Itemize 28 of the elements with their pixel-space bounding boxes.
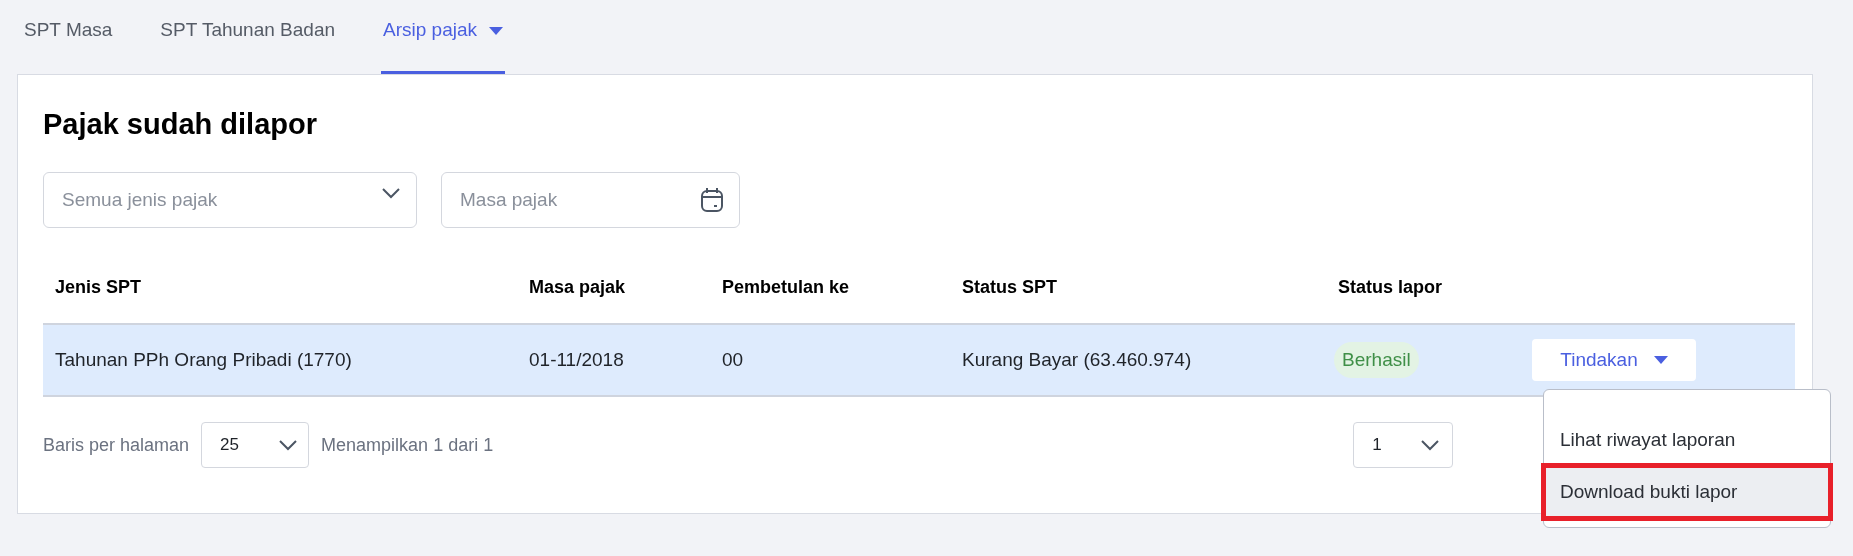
result-summary: Menampilkan 1 dari 1 xyxy=(321,433,494,457)
tab[interactable]: SPT Tahunan Badan xyxy=(158,0,338,74)
chevron-down-icon xyxy=(278,439,299,451)
rows-per-page-select[interactable]: 25 xyxy=(201,422,310,468)
calendar-icon xyxy=(700,187,724,213)
page-select[interactable]: 1 xyxy=(1353,422,1454,468)
status-badge: Berhasil xyxy=(1334,341,1419,379)
column-header: Masa pajak xyxy=(528,276,627,299)
table-cell: 00 xyxy=(722,348,744,370)
tax-type-select[interactable]: Semua jenis pajak xyxy=(43,172,417,228)
caret-icon xyxy=(489,26,504,35)
action-button[interactable]: Tindakan xyxy=(1532,339,1696,381)
column-header: Jenis SPT xyxy=(54,276,143,299)
column-header: Status lapor xyxy=(1337,276,1444,299)
column-header: Pembetulan ke xyxy=(721,276,851,299)
page-title: Pajak sudah dilapor xyxy=(43,107,318,141)
table-row[interactable]: Tahunan PPh Orang Pribadi (1770) 01-11/2018 00 Kurang Bayar (63.460.974) Berhasil Tindakan xyxy=(43,325,1795,397)
rows-per-page-label: Baris per halaman xyxy=(43,433,190,457)
chevron-down-icon xyxy=(381,187,401,199)
table-cell: Tahunan PPh Orang Pribadi (1770) xyxy=(55,348,352,370)
menu-item[interactable]: Download bukti lapor xyxy=(1544,466,1830,518)
date-field[interactable]: Masa pajak xyxy=(441,172,740,228)
table-cell: Kurang Bayar (63.460.974) xyxy=(962,348,1192,370)
table-cell: 01-11/2018 xyxy=(529,348,624,370)
tab[interactable]: SPT Masa xyxy=(22,0,115,74)
column-header: Status SPT xyxy=(961,276,1059,299)
caret-icon xyxy=(1653,356,1668,364)
chevron-down-icon xyxy=(1420,439,1441,451)
